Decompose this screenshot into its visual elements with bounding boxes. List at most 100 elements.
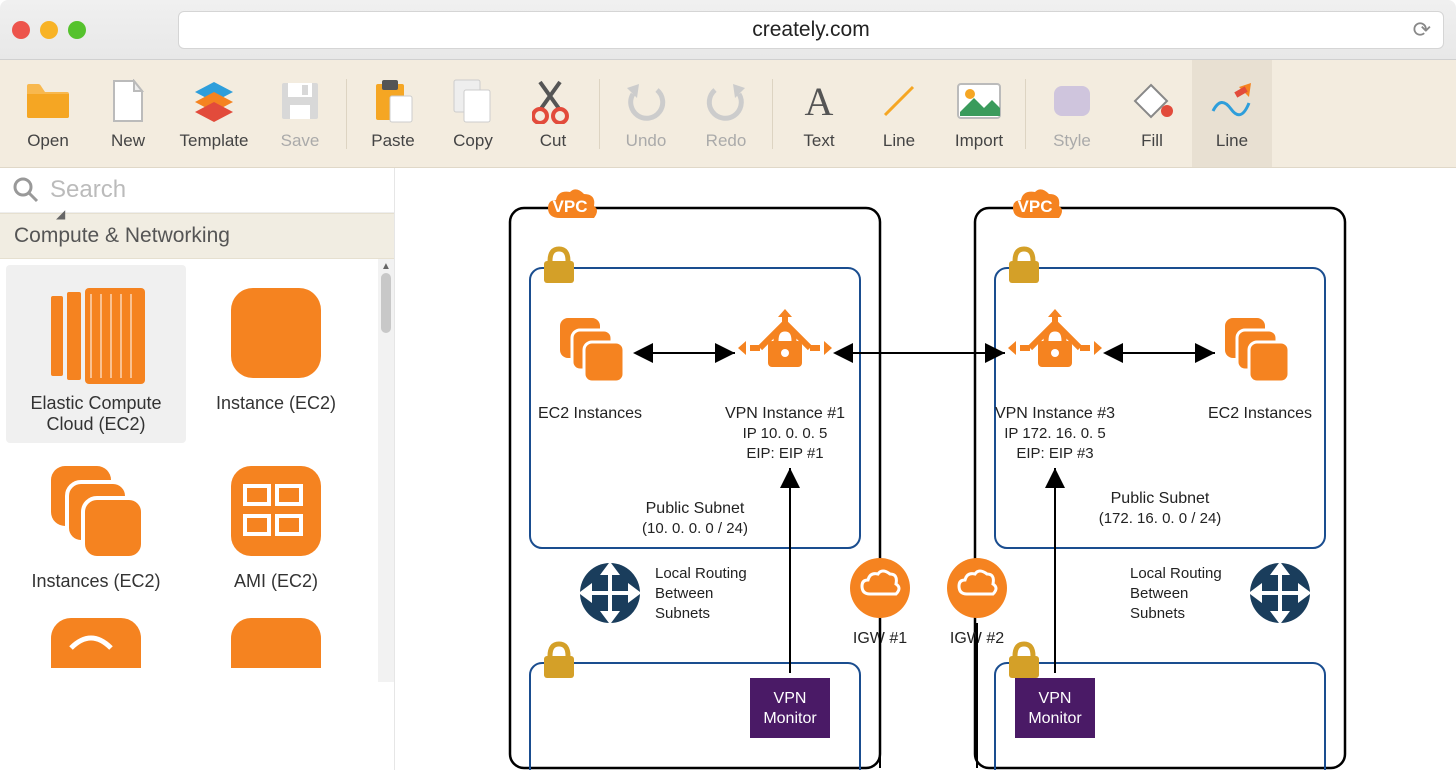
new-button[interactable]: New	[88, 60, 168, 167]
save-icon	[280, 77, 320, 125]
shape-partial-2[interactable]	[186, 600, 366, 676]
minimize-window-button[interactable]	[40, 21, 58, 39]
copy-button[interactable]: Copy	[433, 60, 513, 167]
routing-r-l3: Subnets	[1130, 605, 1185, 622]
shapes-scrollbar[interactable]: ▲	[378, 259, 394, 682]
text-label: Text	[803, 131, 834, 151]
line-style-button[interactable]: Line	[1192, 60, 1272, 167]
igw-node[interactable]	[850, 558, 910, 618]
vpn-ip: IP 10. 0. 0. 5	[743, 425, 828, 442]
main-toolbar: Open New Template Save Paste Copy C	[0, 60, 1456, 168]
shape-label: Instance (EC2)	[194, 393, 358, 414]
browser-title-bar: creately.com ⟳	[0, 0, 1456, 60]
document-icon	[110, 77, 146, 125]
shape-instance[interactable]: Instance (EC2)	[186, 265, 366, 443]
routing-r-l2: Between	[1130, 585, 1188, 602]
vpn-instance-node[interactable]	[1008, 309, 1102, 367]
vpn-mon-l1: VPN	[774, 690, 807, 707]
text-icon: A	[799, 77, 839, 125]
vpn-instance-node[interactable]	[738, 309, 832, 367]
subnet-title-r: Public Subnet	[1111, 490, 1210, 507]
ec2-instances-node[interactable]	[560, 318, 624, 382]
vpn-eip: EIP: EIP #1	[746, 445, 823, 462]
paste-button[interactable]: Paste	[353, 60, 433, 167]
copy-label: Copy	[453, 131, 493, 151]
ec2-label: EC2 Instances	[538, 405, 642, 422]
main-area: ◢ Compute & Networking Elastic Compute C…	[0, 168, 1456, 770]
shape-instances[interactable]: Instances (EC2)	[6, 443, 186, 600]
collapse-arrow-icon[interactable]: ◢	[56, 207, 65, 221]
lock-icon	[544, 249, 574, 283]
paste-label: Paste	[371, 131, 414, 151]
subnet-title: Public Subnet	[646, 500, 745, 517]
cut-button[interactable]: Cut	[513, 60, 593, 167]
cut-icon	[532, 77, 574, 125]
save-label: Save	[281, 131, 320, 151]
instance-icon	[194, 273, 358, 393]
close-window-button[interactable]	[12, 21, 30, 39]
shape-label: AMI (EC2)	[194, 571, 358, 592]
fill-button[interactable]: Fill	[1112, 60, 1192, 167]
lock-icon	[544, 644, 574, 678]
maximize-window-button[interactable]	[68, 21, 86, 39]
shape-ec2-cloud[interactable]: Elastic Compute Cloud (EC2)	[6, 265, 186, 443]
ec2-instances-node[interactable]	[1225, 318, 1289, 382]
cut-label: Cut	[540, 131, 566, 151]
undo-button[interactable]: Undo	[606, 60, 686, 167]
text-tool-button[interactable]: A Text	[779, 60, 859, 167]
style-button[interactable]: Style	[1032, 60, 1112, 167]
url-bar[interactable]: creately.com ⟳	[178, 11, 1444, 49]
vpn-mon-r-l2: Monitor	[1028, 710, 1082, 727]
vpn-title-r: VPN Instance #3	[995, 405, 1115, 422]
vpc-label: VPC	[1018, 197, 1053, 216]
routing-l2: Between	[655, 585, 713, 602]
ec2-cloud-icon	[14, 273, 178, 393]
subnet-cidr: (10. 0. 0. 0 / 24)	[642, 520, 748, 537]
import-label: Import	[955, 131, 1003, 151]
line-tool-button[interactable]: Line	[859, 60, 939, 167]
routing-l1: Local Routing	[655, 565, 747, 582]
subnet-cidr-r: (172. 16. 0. 0 / 24)	[1099, 510, 1222, 527]
template-button[interactable]: Template	[168, 60, 260, 167]
shape-ami[interactable]: AMI (EC2)	[186, 443, 366, 600]
vpn-mon-l2: Monitor	[763, 710, 817, 727]
search-icon	[12, 176, 40, 204]
line-icon	[879, 77, 919, 125]
folder-icon	[25, 77, 71, 125]
router-node[interactable]	[1250, 563, 1310, 623]
toolbar-separator	[1025, 79, 1026, 149]
shapes-sidebar: ◢ Compute & Networking Elastic Compute C…	[0, 168, 395, 770]
vpc-label: VPC	[553, 197, 588, 216]
window-controls	[12, 21, 86, 39]
routing-l3: Subnets	[655, 605, 710, 622]
shapes-panel: Elastic Compute Cloud (EC2) Instance (EC…	[0, 259, 394, 682]
reload-icon[interactable]: ⟳	[1413, 17, 1431, 43]
redo-button[interactable]: Redo	[686, 60, 766, 167]
svg-text:A: A	[805, 81, 834, 121]
shape-partial-1[interactable]	[6, 600, 186, 676]
scroll-up-arrow-icon[interactable]: ▲	[381, 261, 391, 272]
diagram-canvas[interactable]: VPC EC2 Instances VPN Instance #1 IP 10.…	[395, 168, 1456, 770]
open-label: Open	[27, 131, 69, 151]
line-tool-label: Line	[883, 131, 915, 151]
undo-label: Undo	[626, 131, 667, 151]
router-node[interactable]	[580, 563, 640, 623]
vpn-eip-r: EIP: EIP #3	[1016, 445, 1093, 462]
search-input[interactable]	[50, 176, 382, 204]
lock-icon	[1009, 249, 1039, 283]
partial-shape-icon	[14, 608, 178, 668]
import-icon	[956, 77, 1002, 125]
line-style-icon	[1209, 77, 1255, 125]
import-button[interactable]: Import	[939, 60, 1019, 167]
toolbar-separator	[772, 79, 773, 149]
fill-icon	[1129, 77, 1175, 125]
scrollbar-thumb[interactable]	[381, 273, 391, 333]
save-button[interactable]: Save	[260, 60, 340, 167]
template-icon	[191, 77, 237, 125]
style-label: Style	[1053, 131, 1091, 151]
vpn-monitor-node[interactable]	[1015, 678, 1095, 738]
igw-node[interactable]	[947, 558, 1007, 618]
vpn-monitor-node[interactable]	[750, 678, 830, 738]
open-button[interactable]: Open	[8, 60, 88, 167]
redo-label: Redo	[706, 131, 747, 151]
